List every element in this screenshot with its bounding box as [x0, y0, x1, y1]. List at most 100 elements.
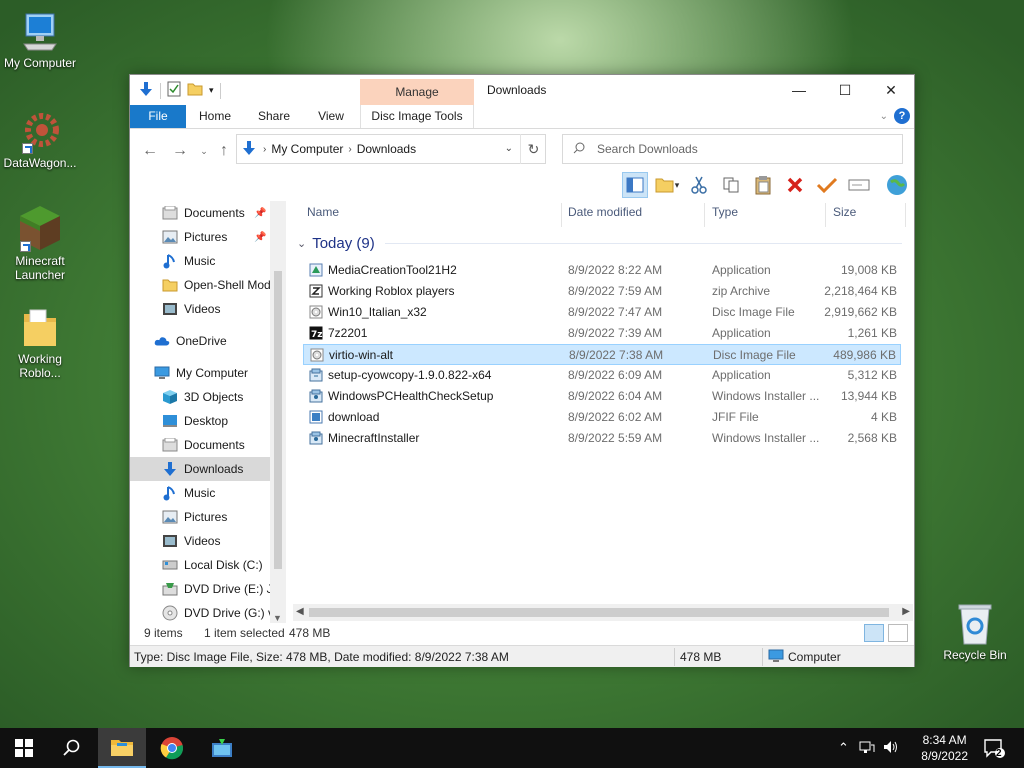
file-row[interactable]: setup-cyowcopy-1.9.0.822-x64 8/9/2022 6:…	[303, 365, 901, 386]
tab-share[interactable]: Share	[250, 105, 298, 128]
breadcrumb-my-computer[interactable]: My Computer	[271, 142, 343, 156]
pin-icon[interactable]: 📌	[254, 232, 266, 243]
nav-item-label: OneDrive	[176, 334, 227, 348]
nav-item-onedrive[interactable]: OneDrive	[130, 329, 270, 353]
up-button[interactable]: ↑	[214, 141, 234, 161]
file-row[interactable]: 7z 7z2201 8/9/2022 7:39 AM Application 1…	[303, 323, 901, 344]
file-row[interactable]: MediaCreationTool21H2 8/9/2022 8:22 AM A…	[303, 260, 901, 281]
refresh-button[interactable]: ↻	[520, 134, 546, 164]
app-taskbar-button[interactable]	[198, 728, 246, 768]
expand-ribbon-icon[interactable]: ⌄	[880, 111, 888, 122]
back-button[interactable]: ←	[140, 141, 160, 161]
nav-item-documents[interactable]: Documents	[130, 433, 270, 457]
nav-item-open-shell[interactable]: Open-Shell Mod	[130, 273, 271, 297]
scroll-right-icon[interactable]: ▶	[902, 606, 910, 617]
customize-qat-icon[interactable]: ▾	[209, 85, 214, 96]
nav-item-music-pc[interactable]: Music	[130, 481, 270, 505]
details-view-icon[interactable]	[864, 624, 884, 642]
nav-item-videos-pc[interactable]: Videos	[130, 529, 270, 553]
scrollbar-thumb[interactable]	[274, 271, 282, 569]
nav-pane-scrollbar[interactable]: ▼	[270, 201, 286, 623]
network-icon[interactable]	[859, 740, 875, 757]
maximize-button[interactable]: ☐	[822, 75, 868, 105]
horizontal-scrollbar[interactable]: ◀ ▶	[293, 604, 913, 621]
paste-icon[interactable]	[750, 172, 776, 198]
breadcrumb-downloads[interactable]: Downloads	[357, 142, 416, 156]
start-button[interactable]	[0, 728, 48, 768]
file-date: 8/9/2022 7:39 AM	[568, 326, 663, 340]
tab-disc-image-tools[interactable]: Disc Image Tools	[360, 105, 474, 128]
desktop-icon-label: Recycle Bin	[943, 648, 1007, 662]
column-header-type[interactable]: Type	[712, 205, 738, 225]
file-row-selected[interactable]: virtio-win-alt 8/9/2022 7:38 AM Disc Ima…	[303, 344, 901, 365]
desktop-icon-my-computer[interactable]: My Computer	[0, 10, 80, 70]
chrome-taskbar-button[interactable]	[148, 728, 196, 768]
file-row[interactable]: Working Roblox players 8/9/2022 7:59 AM …	[303, 281, 901, 302]
nav-item-music[interactable]: Music	[130, 249, 270, 273]
column-header-size[interactable]: Size	[833, 205, 856, 225]
new-folder-icon[interactable]	[187, 82, 203, 99]
manage-contextual-tab[interactable]: Manage	[360, 79, 474, 105]
scrollbar-thumb[interactable]	[309, 608, 889, 617]
address-bar[interactable]: › My Computer › Downloads ⌄	[236, 134, 546, 164]
cut-icon[interactable]	[686, 172, 712, 198]
tab-view[interactable]: View	[308, 105, 354, 128]
desktop-icon-datawagon[interactable]: DataWagon...	[0, 110, 80, 170]
nav-item-videos[interactable]: Videos	[130, 297, 270, 321]
tab-home[interactable]: Home	[190, 105, 240, 128]
search-input[interactable]: Search Downloads	[562, 134, 903, 164]
desktop-icon-label: My Computer	[3, 56, 77, 70]
tab-file[interactable]: File	[130, 105, 186, 128]
column-header-name[interactable]: Name	[307, 205, 339, 225]
delete-icon[interactable]	[782, 172, 808, 198]
checkmark-icon[interactable]	[814, 172, 840, 198]
desktop-icon-working-roblox[interactable]: Working Roblo...	[0, 306, 80, 380]
forward-button[interactable]: →	[170, 141, 190, 161]
drive-icon	[162, 557, 178, 573]
file-row[interactable]: download 8/9/2022 6:02 AM JFIF File 4 KB	[303, 407, 901, 428]
chevron-up-icon[interactable]: ⌃	[838, 740, 849, 756]
nav-item-desktop[interactable]: Desktop	[130, 409, 270, 433]
nav-item-3d-objects[interactable]: 3D Objects	[130, 385, 270, 409]
scroll-left-icon[interactable]: ◀	[296, 606, 304, 617]
file-row[interactable]: WindowsPCHealthCheckSetup 8/9/2022 6:04 …	[303, 386, 901, 407]
copy-icon[interactable]	[718, 172, 744, 198]
file-explorer-taskbar-button[interactable]	[98, 728, 146, 768]
recent-locations-icon[interactable]: ⌄	[194, 141, 214, 161]
large-icons-view-icon[interactable]	[888, 624, 908, 642]
desktop-icon-recycle-bin[interactable]: Recycle Bin	[935, 602, 1015, 662]
music-icon	[162, 485, 178, 501]
chevron-down-icon[interactable]: ⌄	[505, 143, 513, 154]
properties-icon[interactable]	[167, 81, 181, 100]
volume-icon[interactable]	[883, 740, 899, 757]
globe-icon[interactable]	[884, 172, 910, 198]
minimize-button[interactable]: —	[776, 75, 822, 105]
file-size: 1,261 KB	[847, 326, 897, 340]
nav-item-my-computer[interactable]: My Computer	[130, 361, 270, 385]
selection-size: 478 MB	[289, 626, 331, 640]
group-header-today[interactable]: ⌄ Today (9)	[297, 235, 902, 252]
classic-toolbar: ▾	[622, 171, 910, 199]
clock[interactable]: 8:34 AM 8/9/2022	[921, 732, 968, 764]
folder-options-icon[interactable]: ▾	[654, 172, 680, 198]
nav-item-pictures-pinned[interactable]: Pictures 📌	[130, 225, 270, 249]
file-row[interactable]: MinecraftInstaller 8/9/2022 5:59 AM Wind…	[303, 428, 901, 449]
column-header-date[interactable]: Date modified	[568, 205, 642, 225]
notification-count: 2	[996, 748, 1002, 759]
file-row[interactable]: Win10_Italian_x32 8/9/2022 7:47 AM Disc …	[303, 302, 901, 323]
pin-icon[interactable]: 📌	[254, 208, 266, 219]
nav-item-dvd-e[interactable]: DVD Drive (E:) J_	[130, 577, 279, 601]
nav-item-dvd-g[interactable]: DVD Drive (G:) vi	[130, 601, 277, 621]
search-button[interactable]	[48, 728, 96, 768]
downloads-icon[interactable]	[138, 81, 154, 100]
action-center-button[interactable]: 2	[970, 728, 1018, 768]
nav-item-documents-pinned[interactable]: Documents 📌	[130, 201, 270, 225]
navigation-pane-icon[interactable]	[622, 172, 648, 198]
help-icon[interactable]: ?	[894, 108, 910, 124]
rename-icon[interactable]	[846, 172, 872, 198]
nav-item-downloads[interactable]: Downloads	[130, 457, 270, 481]
nav-item-pictures-pc[interactable]: Pictures	[130, 505, 270, 529]
close-button[interactable]: ✕	[868, 75, 914, 105]
nav-item-local-disk[interactable]: Local Disk (C:)	[130, 553, 270, 577]
desktop-icon-minecraft[interactable]: Minecraft Launcher	[0, 204, 80, 282]
